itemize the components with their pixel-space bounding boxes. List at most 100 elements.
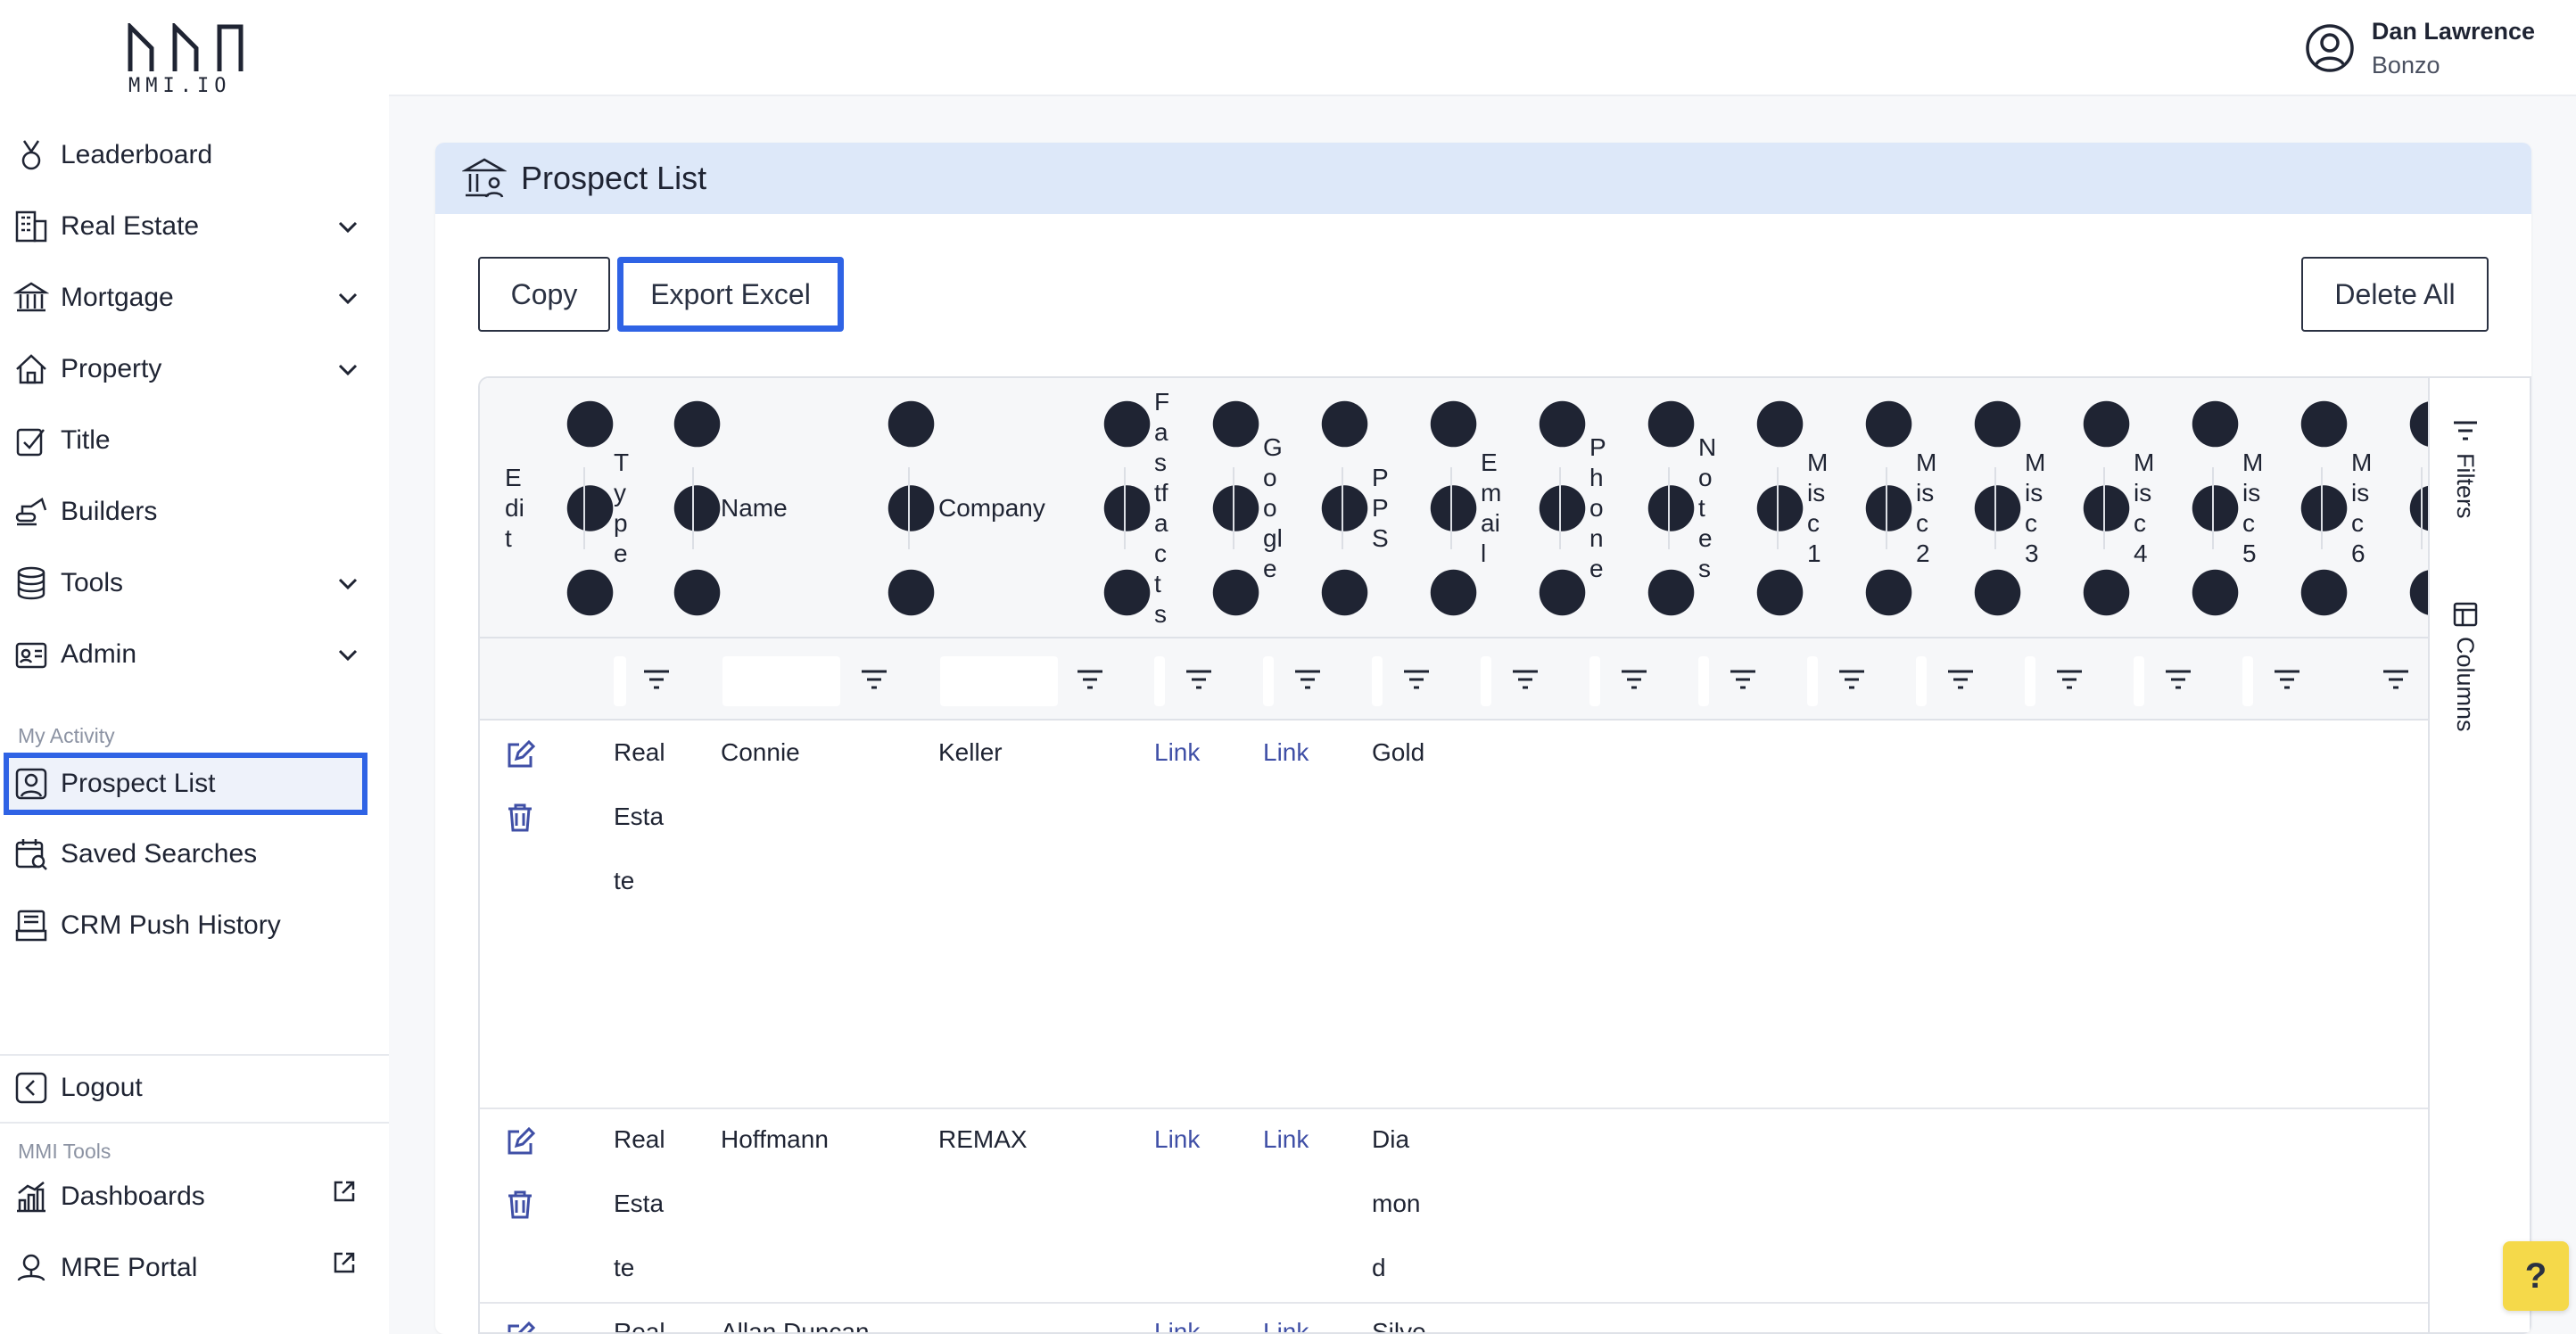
sidebar-item-mre-portal[interactable]: MRE Portal — [12, 1243, 369, 1293]
sidebar-item-dashboards[interactable]: Dashboards — [12, 1172, 369, 1222]
fastfacts-link[interactable]: Link — [1154, 1108, 1200, 1172]
filter-input-company[interactable] — [940, 656, 1058, 706]
column-header-misc5[interactable]: Misc5 — [2242, 378, 2263, 638]
column-divider[interactable] — [1342, 467, 1343, 549]
chevron-down-icon[interactable] — [335, 642, 360, 667]
column-header-fastfacts[interactable]: Fastfacts — [1154, 378, 1170, 638]
column-header-misc1[interactable]: Misc1 — [1807, 378, 1828, 638]
filter-input-name[interactable] — [722, 656, 840, 706]
google-link[interactable]: Link — [1263, 1108, 1309, 1172]
mmi-logo[interactable]: MMI.IO — [125, 21, 246, 98]
column-divider[interactable] — [1450, 467, 1452, 549]
column-divider[interactable] — [1886, 467, 1887, 549]
column-header-edit[interactable]: Edit — [505, 378, 524, 638]
column-header-pps[interactable]: PPS — [1372, 378, 1390, 638]
filter-input-type[interactable] — [614, 656, 626, 706]
column-divider[interactable] — [1124, 467, 1126, 549]
column-header-company[interactable]: Company — [938, 378, 1099, 638]
sidebar-item-leaderboard[interactable]: Leaderboard — [12, 130, 369, 180]
google-link[interactable]: Link — [1263, 1300, 1309, 1332]
google-link[interactable]: Link — [1263, 721, 1309, 785]
column-divider[interactable] — [583, 467, 585, 549]
chevron-down-icon[interactable] — [335, 285, 360, 310]
column-divider[interactable] — [908, 467, 910, 549]
filter-input-notes[interactable] — [1698, 656, 1709, 706]
filter-icon[interactable] — [2273, 667, 2301, 692]
column-divider[interactable] — [1559, 467, 1561, 549]
filter-input-phone[interactable] — [1589, 656, 1600, 706]
sidebar-item-label: Logout — [61, 1073, 143, 1102]
export-excel-button[interactable]: Export Excel — [617, 257, 844, 332]
fastfacts-link[interactable]: Link — [1154, 1300, 1200, 1332]
edit-icon[interactable] — [505, 1322, 535, 1334]
sidebar-item-logout[interactable]: Logout — [12, 1063, 369, 1113]
copy-button[interactable]: Copy — [478, 257, 610, 332]
column-divider[interactable] — [1994, 467, 1996, 549]
help-button[interactable]: ? — [2503, 1241, 2569, 1311]
chevron-down-icon[interactable] — [335, 571, 360, 596]
tab-columns[interactable]: Columns — [2451, 601, 2479, 732]
sidebar-item-mortgage[interactable]: Mortgage — [12, 273, 369, 323]
column-divider[interactable] — [1668, 467, 1670, 549]
column-header-name[interactable]: Name — [721, 378, 881, 638]
trash-icon[interactable] — [505, 803, 535, 833]
filter-input-misc3[interactable] — [2025, 656, 2035, 706]
filter-icon[interactable] — [2382, 667, 2410, 692]
filter-input-google[interactable] — [1263, 656, 1274, 706]
filter-icon[interactable] — [2164, 667, 2192, 692]
chevron-down-icon[interactable] — [335, 357, 360, 382]
filter-icon[interactable] — [642, 667, 671, 692]
column-divider[interactable] — [1777, 467, 1779, 549]
filter-input-misc2[interactable] — [1916, 656, 1927, 706]
filter-input-misc1[interactable] — [1807, 656, 1818, 706]
chevron-down-icon[interactable] — [335, 214, 360, 239]
filter-icon[interactable] — [1076, 667, 1104, 692]
column-divider[interactable] — [692, 467, 694, 549]
column-divider[interactable] — [2212, 467, 2214, 549]
filter-icon[interactable] — [1185, 667, 1213, 692]
filter-input-pps[interactable] — [1372, 656, 1383, 706]
filter-input-email[interactable] — [1481, 656, 1491, 706]
filter-input-misc4[interactable] — [2134, 656, 2144, 706]
column-header-type[interactable]: Type — [614, 378, 632, 638]
filter-icon[interactable] — [860, 667, 888, 692]
sidebar-item-prospect-list[interactable]: Prospect List — [4, 753, 367, 815]
edit-icon[interactable] — [505, 1127, 535, 1157]
filter-icon[interactable] — [1620, 667, 1648, 692]
sidebar-item-property[interactable]: Property — [12, 344, 369, 394]
filter-icon[interactable] — [1511, 667, 1540, 692]
column-divider[interactable] — [2321, 467, 2323, 549]
column-header-misc2[interactable]: Misc2 — [1916, 378, 1936, 638]
sidebar-item-crm-push-history[interactable]: CRM Push History — [12, 901, 369, 951]
column-header-email[interactable]: Email — [1481, 378, 1501, 638]
sidebar-item-tools[interactable]: Tools — [12, 558, 369, 608]
filter-icon[interactable] — [2055, 667, 2084, 692]
fastfacts-link[interactable]: Link — [1154, 721, 1200, 785]
filter-icon[interactable] — [1837, 667, 1866, 692]
column-header-misc4[interactable]: Misc4 — [2134, 378, 2154, 638]
column-header-misc3[interactable]: Misc3 — [2025, 378, 2045, 638]
delete-all-button[interactable]: Delete All — [2301, 257, 2489, 332]
sidebar-item-saved-searches[interactable]: Saved Searches — [12, 829, 369, 879]
user-menu[interactable]: Dan Lawrence Bonzo — [2304, 14, 2535, 82]
column-header-phone[interactable]: Phone — [1589, 378, 1607, 638]
filter-icon[interactable] — [1729, 667, 1757, 692]
sidebar-item-builders[interactable]: Builders — [12, 487, 369, 537]
column-divider[interactable] — [2103, 467, 2105, 549]
column-header-google[interactable]: Google — [1263, 378, 1283, 638]
column-header-notes[interactable]: Notes — [1698, 378, 1716, 638]
column-divider[interactable] — [1233, 467, 1234, 549]
column-header-misc6[interactable]: Misc6 — [2351, 378, 2372, 638]
column-divider[interactable] — [2421, 467, 2423, 549]
sidebar-item-real-estate[interactable]: Real Estate — [12, 202, 369, 251]
sidebar-item-admin[interactable]: Admin — [12, 630, 369, 679]
filter-input-fastfacts[interactable] — [1154, 656, 1165, 706]
filter-icon[interactable] — [1402, 667, 1431, 692]
tab-filters[interactable]: Filters — [2451, 417, 2479, 519]
sidebar-item-title[interactable]: Title — [12, 416, 369, 465]
trash-icon[interactable] — [505, 1190, 535, 1220]
filter-icon[interactable] — [1293, 667, 1322, 692]
filter-input-misc5[interactable] — [2242, 656, 2253, 706]
filter-icon[interactable] — [1946, 667, 1975, 692]
edit-icon[interactable] — [505, 740, 535, 770]
